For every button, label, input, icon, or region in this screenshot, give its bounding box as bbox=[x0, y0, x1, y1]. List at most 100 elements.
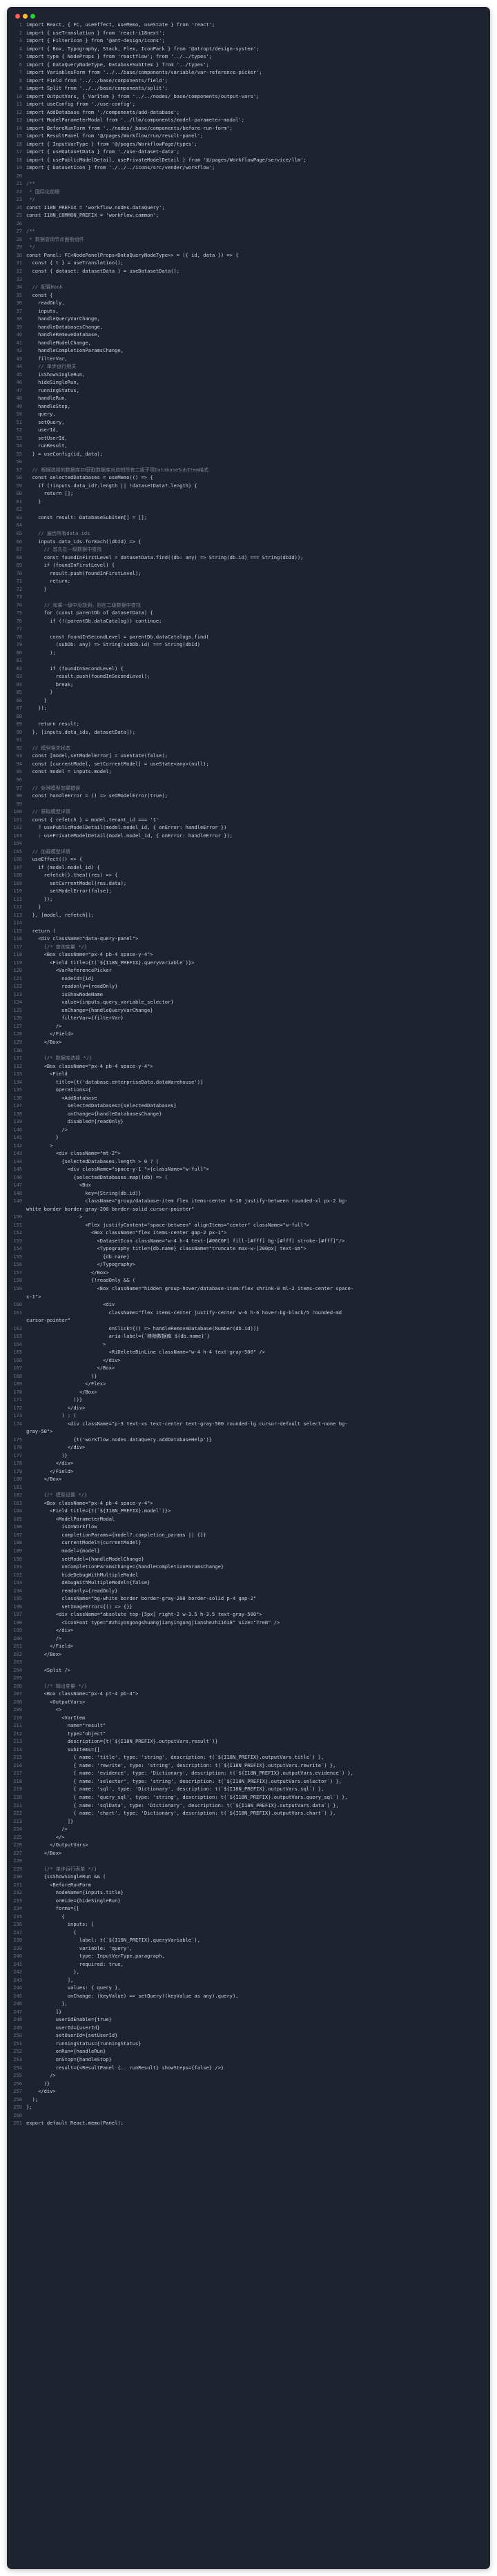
code-line[interactable]: 232 nodeName={inputs.title} bbox=[7, 1889, 490, 1897]
code-line[interactable]: 139 disabled={readOnly} bbox=[7, 1118, 490, 1126]
code-line[interactable]: 205 bbox=[7, 1674, 490, 1682]
code-line[interactable]: 187 completionParams={model?.completion_… bbox=[7, 1531, 490, 1539]
code-line[interactable]: 145 <div className="space-y-1 ">{classNa… bbox=[7, 1165, 490, 1173]
code-line[interactable]: 255 /> bbox=[7, 2071, 490, 2080]
code-line[interactable]: 151 <Flex justifyContent="space-between"… bbox=[7, 1221, 490, 1229]
code-line[interactable]: 64 bbox=[7, 521, 490, 529]
code-line[interactable]: 183 <Box className="px-4 pb-4 space-y-4"… bbox=[7, 1499, 490, 1507]
code-line[interactable]: 206 {/* 输出变量 */} bbox=[7, 1682, 490, 1690]
code-line[interactable]: 77 bbox=[7, 625, 490, 633]
code-line[interactable]: 230 {isShowSingleRun && ( bbox=[7, 1873, 490, 1881]
code-line[interactable]: 51 setQuery, bbox=[7, 418, 490, 427]
code-line[interactable]: 220 { name: 'query_sql', type: 'string',… bbox=[7, 1793, 490, 1802]
code-line[interactable]: 79 (subDb: any) => String(subDb.id) === … bbox=[7, 641, 490, 649]
code-line[interactable]: 156 </Typography> bbox=[7, 1260, 490, 1269]
code-line[interactable]: 67 // 首先在一级数据中查找 bbox=[7, 545, 490, 554]
code-line[interactable]: 7 import VariablesForm from '../../base/c… bbox=[7, 68, 490, 77]
code-line[interactable]: 188 currentModel={currentModel} bbox=[7, 1539, 490, 1547]
code-line[interactable]: 210 <VarItem bbox=[7, 1714, 490, 1722]
code-line[interactable]: 251 runningStatus={runningStatus} bbox=[7, 2040, 490, 2048]
code-line[interactable]: 162 onClick={() => handleRemoveDatabase(… bbox=[7, 1325, 490, 1333]
code-line[interactable]: 39 handleDatabasesChange, bbox=[7, 323, 490, 331]
code-line[interactable]: 135 operations={ bbox=[7, 1086, 490, 1094]
code-line[interactable]: 193 debugWithMultipleModel={false} bbox=[7, 1579, 490, 1587]
code-line[interactable]: 211 name="result" bbox=[7, 1721, 490, 1730]
code-line[interactable]: 19 import { DatasetIcon } from './../../i… bbox=[7, 164, 490, 172]
code-line[interactable]: 224 /> bbox=[7, 1825, 490, 1833]
code-line[interactable]: x-1"> bbox=[7, 1293, 490, 1301]
code-line[interactable]: 70 result.push(foundInFirstLevel); bbox=[7, 569, 490, 578]
code-line[interactable]: 37 inputs, bbox=[7, 307, 490, 315]
code-line[interactable]: 12 import AddDatabase from './components/… bbox=[7, 108, 490, 117]
minimize-window-dot-icon[interactable] bbox=[23, 14, 28, 19]
code-line[interactable]: 25 const I18N_COMMON_PREFIX = 'workflow.c… bbox=[7, 211, 490, 219]
code-line[interactable]: 93 const [model,setModelError] = useStat… bbox=[7, 752, 490, 760]
code-line[interactable]: 116 <div className="data-query-panel"> bbox=[7, 935, 490, 943]
code-line[interactable]: 129 </Box> bbox=[7, 1038, 490, 1046]
code-line[interactable]: 180 </Box> bbox=[7, 1475, 490, 1483]
code-line[interactable]: 209 <> bbox=[7, 1706, 490, 1714]
code-line[interactable]: 63 const result: DatabaseSubItem[] = []; bbox=[7, 514, 490, 522]
code-line[interactable]: 11 import useConfig from './use-config'; bbox=[7, 100, 490, 108]
code-line[interactable]: 164 > bbox=[7, 1340, 490, 1349]
maximize-window-dot-icon[interactable] bbox=[30, 14, 35, 19]
code-line[interactable]: 32 const { dataset: datasetData } = useD… bbox=[7, 267, 490, 275]
code-line[interactable]: 140 /> bbox=[7, 1126, 490, 1134]
code-line[interactable]: 256 )} bbox=[7, 2080, 490, 2088]
code-line[interactable]: 261 export default React.memo(Panel); bbox=[7, 2119, 490, 2127]
code-line[interactable]: 208 <OutputVars> bbox=[7, 1698, 490, 1706]
code-line[interactable]: 149 className="group/database-item flex … bbox=[7, 1197, 490, 1205]
code-line[interactable]: 249 userId={userId} bbox=[7, 2024, 490, 2032]
code-editor[interactable]: 1 import React, { FC, useEffect, useMemo,… bbox=[7, 21, 490, 2127]
code-line[interactable]: 71 return; bbox=[7, 577, 490, 585]
code-line[interactable]: 108 refetch().then((res) => { bbox=[7, 871, 490, 879]
code-line[interactable]: 186 isInWorkflow bbox=[7, 1523, 490, 1531]
code-line[interactable]: 121 nodeId={id} bbox=[7, 975, 490, 983]
code-line[interactable]: 144 {selectedDatabases.length > 0 ? ( bbox=[7, 1158, 490, 1166]
code-line[interactable]: 237 { bbox=[7, 1929, 490, 1937]
code-line[interactable]: 85 } bbox=[7, 688, 490, 696]
code-line[interactable]: 247 ]} bbox=[7, 2008, 490, 2016]
code-line[interactable]: 154 <Typography title={db.name} classNam… bbox=[7, 1245, 490, 1253]
code-line[interactable]: 195 className="bg-white border border-gr… bbox=[7, 1594, 490, 1603]
code-line[interactable]: 113 }, [model, refetch]); bbox=[7, 911, 490, 919]
code-line[interactable]: 226 </OutputVars> bbox=[7, 1841, 490, 1849]
code-line[interactable]: 106 useEffect(() => { bbox=[7, 855, 490, 863]
code-line[interactable]: 165 <RiDeleteBinLine className="w-4 h-4 … bbox=[7, 1348, 490, 1356]
code-line[interactable]: 196 setImageError={() => {}} bbox=[7, 1603, 490, 1611]
code-line[interactable]: 207 <Box className="px-4 pt-4 pb-4"> bbox=[7, 1690, 490, 1698]
code-line[interactable]: 234 forms={[ bbox=[7, 1904, 490, 1913]
code-line[interactable]: 128 </Field> bbox=[7, 1030, 490, 1038]
code-line[interactable]: 31 const { t } = useTranslation(); bbox=[7, 259, 490, 267]
code-line[interactable]: 190 setModel={handleModelChange} bbox=[7, 1555, 490, 1563]
code-line[interactable]: 142 > bbox=[7, 1142, 490, 1150]
code-line[interactable]: 62 bbox=[7, 505, 490, 514]
code-line[interactable]: 66 inputs.data_ids.forEach((dbId) => { bbox=[7, 538, 490, 546]
code-line[interactable]: 72 } bbox=[7, 585, 490, 594]
code-line[interactable]: 245 onChange: (keyValue) => setQuery((ke… bbox=[7, 1992, 490, 2000]
code-line[interactable]: 102 ? usePublicModelDetail(model.model_i… bbox=[7, 823, 490, 832]
code-line[interactable]: 104 bbox=[7, 839, 490, 848]
code-line[interactable]: 166 </div> bbox=[7, 1356, 490, 1365]
code-line[interactable]: 38 handleQueryVarChange, bbox=[7, 315, 490, 323]
code-line[interactable]: 155 {db.name} bbox=[7, 1253, 490, 1261]
code-line[interactable]: 257 </div> bbox=[7, 2087, 490, 2096]
code-line[interactable]: 17 import { useDatasetData } from './use-… bbox=[7, 148, 490, 156]
code-line[interactable]: 134 title={t('database.enterpriseData.da… bbox=[7, 1078, 490, 1086]
code-line[interactable]: 28 * 数据查询节点面板组件 bbox=[7, 235, 490, 244]
code-line[interactable]: 146 {selectedDatabases.map((db) => ( bbox=[7, 1173, 490, 1182]
code-line[interactable]: 192 hideDebugWithMultipleModel bbox=[7, 1571, 490, 1579]
code-line[interactable]: 5 import type { NodeProps } from 'reactfl… bbox=[7, 52, 490, 61]
code-line[interactable]: 43 filterVar, bbox=[7, 355, 490, 363]
code-line[interactable]: 119 <Field title={t(`${I18N_PREFIX}.quer… bbox=[7, 959, 490, 967]
code-line[interactable]: 161 className="flex items-center justify… bbox=[7, 1309, 490, 1317]
code-line[interactable]: 89 return result; bbox=[7, 720, 490, 728]
code-line[interactable]: 9 import Split from '../../base/component… bbox=[7, 84, 490, 92]
code-line[interactable]: 33 bbox=[7, 275, 490, 284]
code-line[interactable]: 233 onHide={hideSingleRun} bbox=[7, 1897, 490, 1905]
code-line[interactable]: 203 bbox=[7, 1658, 490, 1666]
code-line[interactable]: 42 handleCompletionParamsChange, bbox=[7, 347, 490, 355]
code-line[interactable]: 175 {t('workflow.nodes.dataQuery.addData… bbox=[7, 1436, 490, 1444]
code-line[interactable]: 112 } bbox=[7, 903, 490, 911]
code-line[interactable]: 101 const { refetch } = model.tenant_id … bbox=[7, 816, 490, 824]
